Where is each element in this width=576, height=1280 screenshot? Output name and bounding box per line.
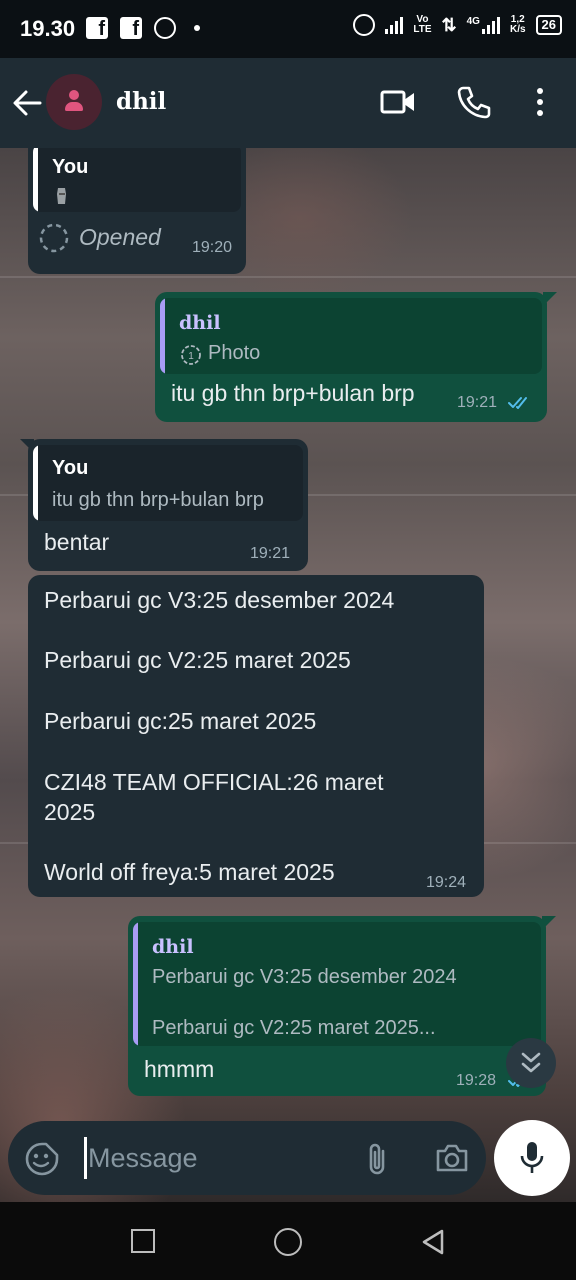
message-time: 19:20 bbox=[192, 239, 233, 256]
quote-author: dhil bbox=[152, 936, 194, 958]
system-icons: Vo LTE ⇅ 4G 1,2 K/s 26 bbox=[353, 14, 562, 36]
whatsapp-icon bbox=[154, 17, 176, 39]
facebook-icon bbox=[86, 17, 108, 41]
back-triangle-icon[interactable] bbox=[420, 1228, 446, 1256]
recents-button[interactable] bbox=[131, 1229, 155, 1253]
bubble-tail bbox=[20, 439, 34, 453]
quoted-message[interactable]: You itu gb thn brp+bulan brp bbox=[33, 445, 303, 521]
chat-header: dhil bbox=[0, 58, 576, 148]
facebook-icon-2 bbox=[120, 17, 142, 41]
volte-label: Vo LTE bbox=[413, 15, 431, 35]
volte-bottom: LTE bbox=[413, 24, 432, 35]
bubble-tail bbox=[543, 292, 557, 306]
net-speed: 1,2 K/s bbox=[510, 15, 526, 35]
camera-icon[interactable] bbox=[434, 1141, 470, 1175]
opened-status-icon bbox=[39, 223, 69, 253]
quote-bar bbox=[33, 148, 38, 212]
message-time: 19:24 bbox=[426, 874, 467, 891]
more-options-icon[interactable] bbox=[520, 82, 560, 122]
message-time: 19:21 bbox=[457, 394, 498, 411]
message-text: hmmm bbox=[144, 1056, 215, 1082]
back-arrow-icon[interactable] bbox=[10, 86, 44, 120]
quote-author: You bbox=[52, 457, 89, 479]
scroll-to-bottom-button[interactable] bbox=[506, 1038, 556, 1088]
voice-message-button[interactable] bbox=[494, 1120, 570, 1196]
battery-indicator: 26 bbox=[535, 15, 562, 35]
message-line: Perbarui gc:25 maret 2025 bbox=[44, 708, 317, 734]
text-cursor bbox=[84, 1137, 87, 1179]
message-bubble-incoming[interactable]: You Opened 19:20 bbox=[28, 148, 246, 274]
data-arrows-icon: ⇅ bbox=[441, 14, 457, 35]
double-chevron-down-icon bbox=[521, 1052, 541, 1073]
alarm-icon bbox=[353, 14, 376, 36]
svg-text:1: 1 bbox=[188, 351, 194, 362]
signal-icon bbox=[385, 16, 404, 34]
quote-bar bbox=[33, 445, 38, 521]
message-text: itu gb thn brp+bulan brp bbox=[171, 380, 415, 406]
attach-paperclip-icon[interactable] bbox=[363, 1141, 391, 1177]
read-ticks-icon bbox=[508, 397, 527, 409]
message-bubble-outgoing[interactable]: dhil 1 Photo itu gb thn brp+bulan brp 19… bbox=[155, 292, 557, 422]
contact-name[interactable]: dhil bbox=[116, 88, 166, 115]
contact-avatar[interactable] bbox=[46, 74, 102, 130]
notification-icons bbox=[86, 17, 200, 41]
system-navigation-bar bbox=[0, 1202, 576, 1280]
quote-text-line: Perbarui gc V3:25 desember 2024 bbox=[152, 966, 457, 988]
status-bar: 19.30 Vo LTE ⇅ 4G 1,2 K/s 26 bbox=[0, 0, 576, 58]
message-line: CZI48 TEAM OFFICIAL:26 maret bbox=[44, 769, 384, 795]
message-bubble-incoming[interactable]: Perbarui gc V3:25 desember 2024 Perbarui… bbox=[28, 575, 484, 897]
network-type: 4G bbox=[466, 16, 480, 27]
network-type-block: 4G bbox=[467, 16, 500, 34]
quoted-message[interactable]: dhil Perbarui gc V3:25 desember 2024 Per… bbox=[133, 922, 541, 1046]
video-call-icon[interactable] bbox=[378, 82, 418, 122]
home-button[interactable] bbox=[274, 1228, 302, 1256]
quote-text: Photo bbox=[208, 342, 261, 364]
quote-text: itu gb thn brp+bulan brp bbox=[52, 489, 264, 511]
microphone-icon bbox=[520, 1142, 544, 1173]
opened-status-text: Opened bbox=[79, 224, 161, 250]
quote-author: You bbox=[52, 156, 89, 178]
message-bubble-outgoing[interactable]: dhil Perbarui gc V3:25 desember 2024 Per… bbox=[128, 916, 556, 1096]
status-time: 19.30 bbox=[20, 16, 76, 41]
message-bubble-incoming[interactable]: You itu gb thn brp+bulan brp bentar 19:2… bbox=[20, 439, 308, 571]
wallpaper-divider bbox=[0, 276, 576, 278]
message-time: 19:21 bbox=[250, 545, 291, 562]
message-text: bentar bbox=[44, 529, 110, 555]
quote-author: dhil bbox=[179, 312, 221, 334]
chat-area[interactable]: You Opened 19:20 dhil 1 Photo itu gb thn… bbox=[0, 148, 576, 1202]
quote-text-line: Perbarui gc V2:25 maret 2025... bbox=[152, 1017, 436, 1039]
quote-bar bbox=[133, 922, 138, 1046]
more-notifications-dot-icon bbox=[194, 25, 200, 31]
bubble-tail bbox=[542, 916, 556, 930]
voice-call-icon[interactable] bbox=[454, 82, 494, 122]
message-line: World off freya:5 maret 2025 bbox=[44, 859, 335, 885]
signal-icon-2 bbox=[481, 16, 500, 34]
net-speed-unit: K/s bbox=[509, 24, 526, 35]
message-line: Perbarui gc V3:25 desember 2024 bbox=[44, 587, 395, 613]
message-composer bbox=[8, 1121, 486, 1195]
message-input[interactable] bbox=[88, 1135, 348, 1181]
sticker-emoji-icon[interactable] bbox=[24, 1141, 60, 1177]
quoted-message[interactable]: You bbox=[33, 148, 241, 212]
message-line: Perbarui gc V2:25 maret 2025 bbox=[44, 647, 351, 673]
view-once-icon: 1 bbox=[181, 345, 201, 365]
message-line: 2025 bbox=[44, 799, 96, 825]
moai-emoji-icon bbox=[57, 188, 66, 204]
quote-bar bbox=[160, 298, 165, 374]
quoted-message[interactable]: dhil 1 Photo bbox=[160, 298, 542, 374]
message-time: 19:28 bbox=[456, 1072, 497, 1089]
